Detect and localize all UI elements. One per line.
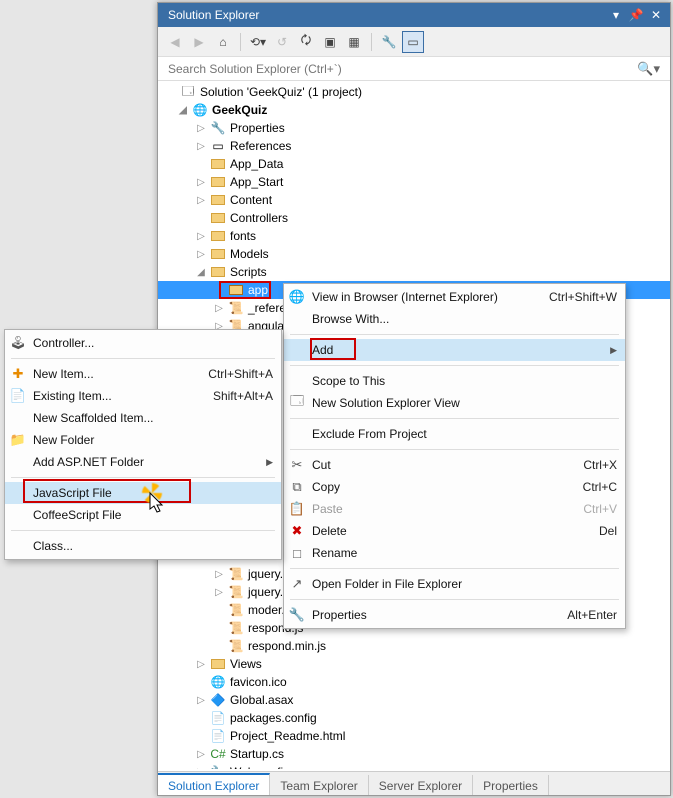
dropdown-icon[interactable]: ▾ bbox=[606, 5, 626, 25]
search-icon[interactable]: 🔍▾ bbox=[633, 61, 664, 77]
ctx-scope[interactable]: Scope to This bbox=[284, 370, 625, 392]
ctx-copy[interactable]: ⧉CopyCtrl+C bbox=[284, 476, 625, 498]
ctx-browse-with[interactable]: Browse With... bbox=[284, 308, 625, 330]
tree-item[interactable]: 📜respond.min.js bbox=[158, 637, 670, 655]
project-node[interactable]: ◢🌐GeekQuiz bbox=[158, 101, 670, 119]
ctx-add[interactable]: Add▶ bbox=[284, 339, 625, 361]
close-icon[interactable]: ✕ bbox=[646, 5, 666, 25]
folder-icon: 📁 bbox=[7, 432, 29, 448]
tree-item[interactable]: ▷fonts bbox=[158, 227, 670, 245]
ctx-new-folder[interactable]: 📁New Folder bbox=[5, 429, 281, 451]
wrench-icon: 🔧 bbox=[286, 607, 308, 623]
open-folder-icon: ↗ bbox=[286, 576, 308, 592]
search-box: 🔍▾ bbox=[158, 57, 670, 81]
tree-item[interactable]: ▷C#Startup.cs bbox=[158, 745, 670, 763]
context-menu-add: 🕹Controller... ✚New Item...Ctrl+Shift+A … bbox=[4, 329, 282, 560]
collapse-button[interactable]: ▣ bbox=[319, 31, 341, 53]
tree-item[interactable]: ▷▭References bbox=[158, 137, 670, 155]
refresh-button[interactable]: 🗘 bbox=[295, 31, 317, 53]
ctx-class[interactable]: Class... bbox=[5, 535, 281, 557]
tree-item[interactable]: ▷Models bbox=[158, 245, 670, 263]
ctx-aspnet-folder[interactable]: Add ASP.NET Folder▶ bbox=[5, 451, 281, 473]
tree-item[interactable]: App_Data bbox=[158, 155, 670, 173]
ctx-rename[interactable]: □Rename bbox=[284, 542, 625, 564]
tree-item[interactable]: ▷🔧Web.config bbox=[158, 763, 670, 769]
preview-button[interactable]: ▭ bbox=[402, 31, 424, 53]
search-input[interactable] bbox=[164, 60, 633, 78]
existing-item-icon: 📄 bbox=[7, 388, 29, 404]
controller-icon: 🕹 bbox=[7, 335, 29, 351]
solution-node[interactable]: 🗔Solution 'GeekQuiz' (1 project) bbox=[158, 83, 670, 101]
new-view-icon: 🗔 bbox=[286, 392, 308, 414]
tree-item[interactable]: 📄packages.config bbox=[158, 709, 670, 727]
tree-item[interactable]: ▷🔷Global.asax bbox=[158, 691, 670, 709]
ctx-coffeescript-file[interactable]: CoffeeScript File bbox=[5, 504, 281, 526]
ctx-paste: 📋PasteCtrl+V bbox=[284, 498, 625, 520]
properties-button[interactable]: 🔧 bbox=[378, 31, 400, 53]
tree-item[interactable]: ▷Content bbox=[158, 191, 670, 209]
cut-icon: ✂ bbox=[286, 457, 308, 473]
tab-server-explorer[interactable]: Server Explorer bbox=[369, 775, 473, 795]
new-item-icon: ✚ bbox=[7, 366, 29, 382]
tab-properties[interactable]: Properties bbox=[473, 775, 549, 795]
tree-item[interactable]: Controllers bbox=[158, 209, 670, 227]
tree-item[interactable]: ▷🔧Properties bbox=[158, 119, 670, 137]
context-menu-solution: 🌐 View in Browser (Internet Explorer) Ct… bbox=[283, 283, 626, 629]
tab-solution-explorer[interactable]: Solution Explorer bbox=[158, 773, 270, 795]
ctx-scaffolded[interactable]: New Scaffolded Item... bbox=[5, 407, 281, 429]
showall-button[interactable]: ▦ bbox=[343, 31, 365, 53]
ctx-controller[interactable]: 🕹Controller... bbox=[5, 332, 281, 354]
tree-item[interactable]: ▷App_Start bbox=[158, 173, 670, 191]
ctx-javascript-file[interactable]: JavaScript File bbox=[5, 482, 281, 504]
tree-item[interactable]: ▷Views bbox=[158, 655, 670, 673]
pin-icon[interactable]: 📌 bbox=[626, 5, 646, 25]
ctx-open-folder[interactable]: ↗Open Folder in File Explorer bbox=[284, 573, 625, 595]
sync-button[interactable]: ⟲▾ bbox=[247, 31, 269, 53]
panel-title-bar: Solution Explorer ▾ 📌 ✕ bbox=[158, 3, 670, 27]
ctx-view-browser[interactable]: 🌐 View in Browser (Internet Explorer) Ct… bbox=[284, 286, 625, 308]
ctx-delete[interactable]: ✖DeleteDel bbox=[284, 520, 625, 542]
home-button[interactable]: ⌂ bbox=[212, 31, 234, 53]
toolbar: ◀ ▶ ⌂ ⟲▾ ↺ 🗘 ▣ ▦ 🔧 ▭ bbox=[158, 27, 670, 57]
ctx-existing-item[interactable]: 📄Existing Item...Shift+Alt+A bbox=[5, 385, 281, 407]
rename-icon: □ bbox=[286, 546, 308, 561]
browser-icon: 🌐 bbox=[286, 289, 308, 305]
delete-icon: ✖ bbox=[286, 523, 308, 539]
ctx-new-view[interactable]: 🗔New Solution Explorer View bbox=[284, 392, 625, 414]
ctx-new-item[interactable]: ✚New Item...Ctrl+Shift+A bbox=[5, 363, 281, 385]
pending-button[interactable]: ↺ bbox=[271, 31, 293, 53]
ctx-properties[interactable]: 🔧PropertiesAlt+Enter bbox=[284, 604, 625, 626]
panel-title: Solution Explorer bbox=[162, 8, 606, 22]
paste-icon: 📋 bbox=[286, 501, 308, 517]
tree-item[interactable]: 🌐favicon.ico bbox=[158, 673, 670, 691]
nav-back-button[interactable]: ◀ bbox=[164, 31, 186, 53]
ctx-cut[interactable]: ✂CutCtrl+X bbox=[284, 454, 625, 476]
tree-item-scripts[interactable]: ◢Scripts bbox=[158, 263, 670, 281]
tree-item[interactable]: 📄Project_Readme.html bbox=[158, 727, 670, 745]
ctx-exclude[interactable]: Exclude From Project bbox=[284, 423, 625, 445]
nav-forward-button[interactable]: ▶ bbox=[188, 31, 210, 53]
bottom-tab-strip: Solution Explorer Team Explorer Server E… bbox=[158, 771, 670, 795]
tab-team-explorer[interactable]: Team Explorer bbox=[270, 775, 368, 795]
copy-icon: ⧉ bbox=[286, 479, 308, 495]
